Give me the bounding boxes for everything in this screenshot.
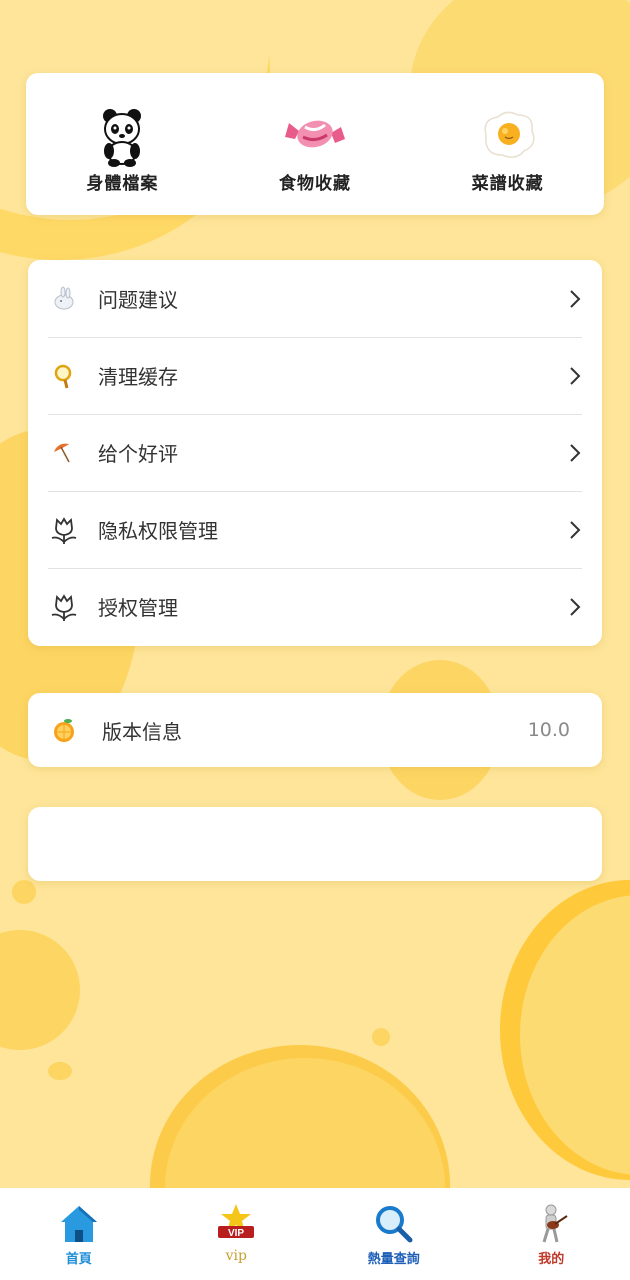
tab-mine-label: 我的 xyxy=(538,1252,565,1267)
tab-calorie-search-label: 熱量查詢 xyxy=(367,1252,420,1267)
tab-vip[interactable]: VIP vip xyxy=(158,1188,316,1280)
menu-item-label: 授权管理 xyxy=(98,596,178,620)
vip-crown-icon: VIP xyxy=(218,1204,255,1239)
tab-vip-label: vip xyxy=(225,1248,247,1264)
quick-recipe-favorites[interactable]: 菜譜收藏 xyxy=(411,73,604,215)
chevron-right-icon xyxy=(570,597,581,616)
menu-item-feedback[interactable]: 问题建议 xyxy=(28,260,602,337)
quick-actions-card: 身體檔案 食物收藏 菜譜收藏 xyxy=(26,73,604,215)
tab-home-label: 首頁 xyxy=(65,1252,92,1267)
tab-home[interactable]: 首頁 xyxy=(0,1188,158,1280)
rabbit-icon xyxy=(54,286,74,309)
empty-card xyxy=(28,807,602,881)
menu-item-privacy-permissions[interactable]: 隐私权限管理 xyxy=(28,491,602,568)
tulip-icon xyxy=(51,593,77,621)
quick-body-profile[interactable]: 身體檔案 xyxy=(26,73,219,215)
quick-recipe-favorites-label: 菜譜收藏 xyxy=(471,174,544,194)
chevron-right-icon xyxy=(570,289,581,308)
bottom-tab-bar: 首頁 VIP vip 熱量查詢 我的 xyxy=(0,1188,630,1280)
candy-icon xyxy=(285,120,345,148)
quick-food-favorites-label: 食物收藏 xyxy=(279,174,351,194)
menu-item-clear-cache[interactable]: 清理缓存 xyxy=(28,337,602,414)
version-label: 版本信息 xyxy=(102,719,182,744)
chevron-right-icon xyxy=(570,520,581,539)
menu-item-label: 问题建议 xyxy=(98,288,178,312)
orange-icon xyxy=(54,719,74,742)
menu-item-authorization[interactable]: 授权管理 xyxy=(28,568,602,645)
version-value: 10.0 xyxy=(527,719,570,741)
menu-item-label: 清理缓存 xyxy=(98,365,178,389)
search-icon xyxy=(375,1206,413,1243)
tab-mine[interactable]: 我的 xyxy=(473,1188,630,1280)
menu-item-label: 隐私权限管理 xyxy=(98,519,218,543)
menu-item-label: 给个好评 xyxy=(98,442,178,466)
version-info-row[interactable]: 版本信息 10.0 xyxy=(28,693,602,767)
quick-body-profile-label: 身體檔案 xyxy=(86,174,159,194)
chevron-right-icon xyxy=(570,443,581,462)
tulip-icon xyxy=(51,516,77,544)
chevron-right-icon xyxy=(570,366,581,385)
umbrella-icon xyxy=(54,443,70,462)
fried-egg-icon xyxy=(484,111,535,158)
panda-icon xyxy=(103,109,142,167)
svg-text:VIP: VIP xyxy=(228,1228,244,1239)
tab-calorie-search[interactable]: 熱量查詢 xyxy=(315,1188,473,1280)
guitarist-icon xyxy=(542,1204,568,1243)
quick-food-favorites[interactable]: 食物收藏 xyxy=(219,73,412,215)
settings-menu-card: 问题建议 清理缓存 给个好评 隐私权限管理 授权管理 xyxy=(28,260,602,646)
magnifier-icon xyxy=(54,364,72,388)
menu-item-rate[interactable]: 给个好评 xyxy=(28,414,602,491)
home-icon xyxy=(60,1206,97,1242)
